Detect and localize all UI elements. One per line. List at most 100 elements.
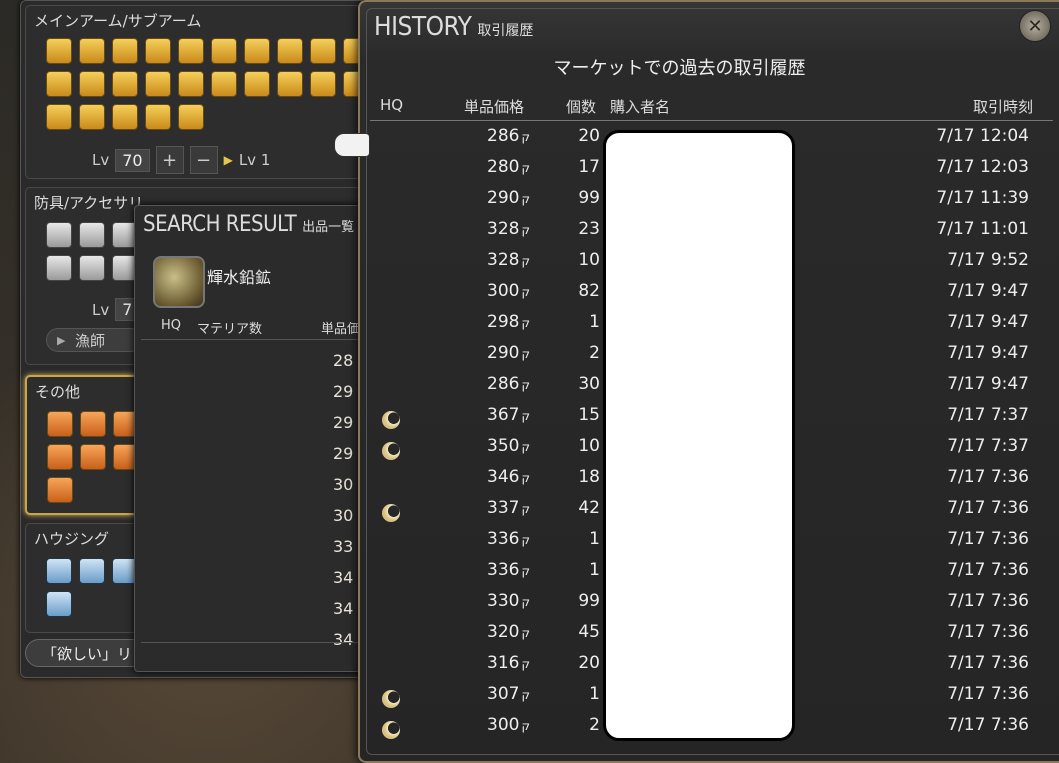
gil-icon: ק — [521, 130, 530, 144]
painting-icon[interactable] — [46, 591, 72, 617]
listing-price[interactable]: 29 — [333, 382, 353, 401]
price-value: 337 — [487, 498, 520, 518]
music-icon[interactable] — [47, 477, 73, 503]
shield-icon[interactable] — [46, 222, 72, 248]
section-title: メインアーム/サブアーム — [34, 12, 202, 30]
staff-icon[interactable] — [310, 38, 336, 64]
axe-icon[interactable] — [79, 38, 105, 64]
price-value: 330 — [487, 591, 520, 611]
level-input[interactable]: 70 — [115, 148, 150, 172]
swords-icon[interactable] — [46, 38, 72, 64]
listing-price[interactable]: 29 — [333, 444, 353, 463]
tome-icon[interactable] — [277, 71, 303, 97]
listing-price[interactable]: 34 — [333, 599, 353, 618]
pot-icon[interactable] — [80, 444, 106, 470]
level-to-label: Lv 1 — [238, 151, 271, 169]
price-value: 336 — [487, 560, 520, 580]
col-time: 取引時刻 — [972, 98, 1033, 116]
ore-icon[interactable] — [153, 256, 205, 308]
crossbow-icon[interactable] — [211, 71, 237, 97]
pick-icon[interactable] — [112, 71, 138, 97]
level-plus-button[interactable]: + — [155, 146, 184, 174]
gil-icon: ק — [521, 626, 530, 640]
leaf-icon[interactable] — [310, 71, 336, 97]
window-subtitle: 取引履歴 — [477, 23, 534, 39]
window-title: SEARCH RESULT — [143, 212, 297, 237]
bell-icon[interactable] — [47, 444, 73, 470]
potion-icon[interactable] — [47, 411, 73, 437]
wand-icon[interactable] — [145, 71, 171, 97]
row-qty: 30 — [578, 374, 600, 394]
row-qty: 15 — [578, 405, 600, 425]
food-icon[interactable] — [80, 411, 106, 437]
gil-icon: ק — [521, 254, 530, 268]
price-value: 320 — [487, 622, 520, 642]
col-price: 単品価 — [321, 322, 361, 337]
row-price: 316 ק — [438, 653, 530, 673]
hat-icon[interactable] — [79, 222, 105, 248]
gun-icon[interactable] — [244, 38, 270, 64]
item-name: 輝水鉛鉱 — [207, 268, 272, 287]
hammer-icon[interactable] — [178, 38, 204, 64]
row-qty: 99 — [578, 591, 600, 611]
hq-icon — [382, 721, 400, 739]
level-minus-button[interactable]: − — [189, 146, 218, 174]
row-price: 367 ק — [438, 405, 530, 425]
col-qty: 個数 — [566, 98, 597, 116]
row-qty: 10 — [578, 250, 600, 270]
listing-price[interactable]: 34 — [333, 630, 353, 649]
listing-price[interactable]: 30 — [333, 506, 353, 525]
mask-icon[interactable] — [79, 71, 105, 97]
col-materia: マテリア数 — [197, 322, 263, 337]
gil-icon: ק — [521, 564, 530, 578]
necklace-icon[interactable] — [79, 255, 105, 281]
row-time: 7/17 11:01 — [936, 219, 1029, 239]
furniture-icon[interactable] — [46, 558, 72, 584]
row-price: 300 ק — [438, 715, 530, 735]
main-arm-icon-grid — [46, 38, 376, 130]
sword-icon[interactable] — [178, 71, 204, 97]
row-qty: 20 — [578, 126, 600, 146]
section-main-arm: メインアーム/サブアーム Lv 70 + − ▶ Lv 1 — [25, 5, 369, 179]
close-icon[interactable]: ✕ — [1019, 10, 1051, 42]
lance-icon[interactable] — [145, 38, 171, 64]
arrow-right-icon: ▶ — [57, 334, 66, 347]
listing-price[interactable]: 28 — [333, 351, 353, 370]
col-price: 単品価格 — [464, 98, 525, 116]
gil-icon: ק — [521, 378, 530, 392]
listing-price[interactable]: 30 — [333, 475, 353, 494]
col-buyer: 購入者名 — [610, 98, 671, 116]
table-icon[interactable] — [79, 558, 105, 584]
col-hq: HQ — [380, 96, 404, 114]
price-value: 286 — [487, 126, 520, 146]
level-label: Lv — [92, 300, 110, 319]
quill-icon[interactable] — [145, 104, 171, 130]
gil-icon: ק — [521, 285, 530, 299]
fist-icon[interactable] — [112, 38, 138, 64]
pot-icon[interactable] — [46, 104, 72, 130]
knife-icon[interactable] — [112, 104, 138, 130]
row-price: 330 ק — [438, 591, 530, 611]
listing-price[interactable]: 34 — [333, 568, 353, 587]
listing-price[interactable]: 29 — [333, 413, 353, 432]
sickle-icon[interactable] — [178, 104, 204, 130]
gil-icon: ק — [521, 688, 530, 702]
pickaxe-icon[interactable] — [79, 104, 105, 130]
listing-price[interactable]: 33 — [333, 537, 353, 556]
row-price: 290 ק — [438, 188, 530, 208]
price-value: 290 — [487, 343, 520, 363]
arrow-right-icon: ▶ — [223, 153, 233, 167]
gil-icon: ק — [521, 533, 530, 547]
price-value: 280 — [487, 157, 520, 177]
row-time: 7/17 7:36 — [947, 684, 1029, 704]
gil-icon: ק — [521, 502, 530, 516]
price-value: 300 — [487, 715, 520, 735]
hq-icon — [382, 504, 400, 522]
chakram-icon[interactable] — [211, 38, 237, 64]
row-qty: 23 — [578, 219, 600, 239]
row-price: 328 ק — [438, 219, 530, 239]
helm-icon[interactable] — [244, 71, 270, 97]
bow-icon[interactable] — [277, 38, 303, 64]
scythe-icon[interactable] — [46, 71, 72, 97]
ring-icon[interactable] — [46, 255, 72, 281]
